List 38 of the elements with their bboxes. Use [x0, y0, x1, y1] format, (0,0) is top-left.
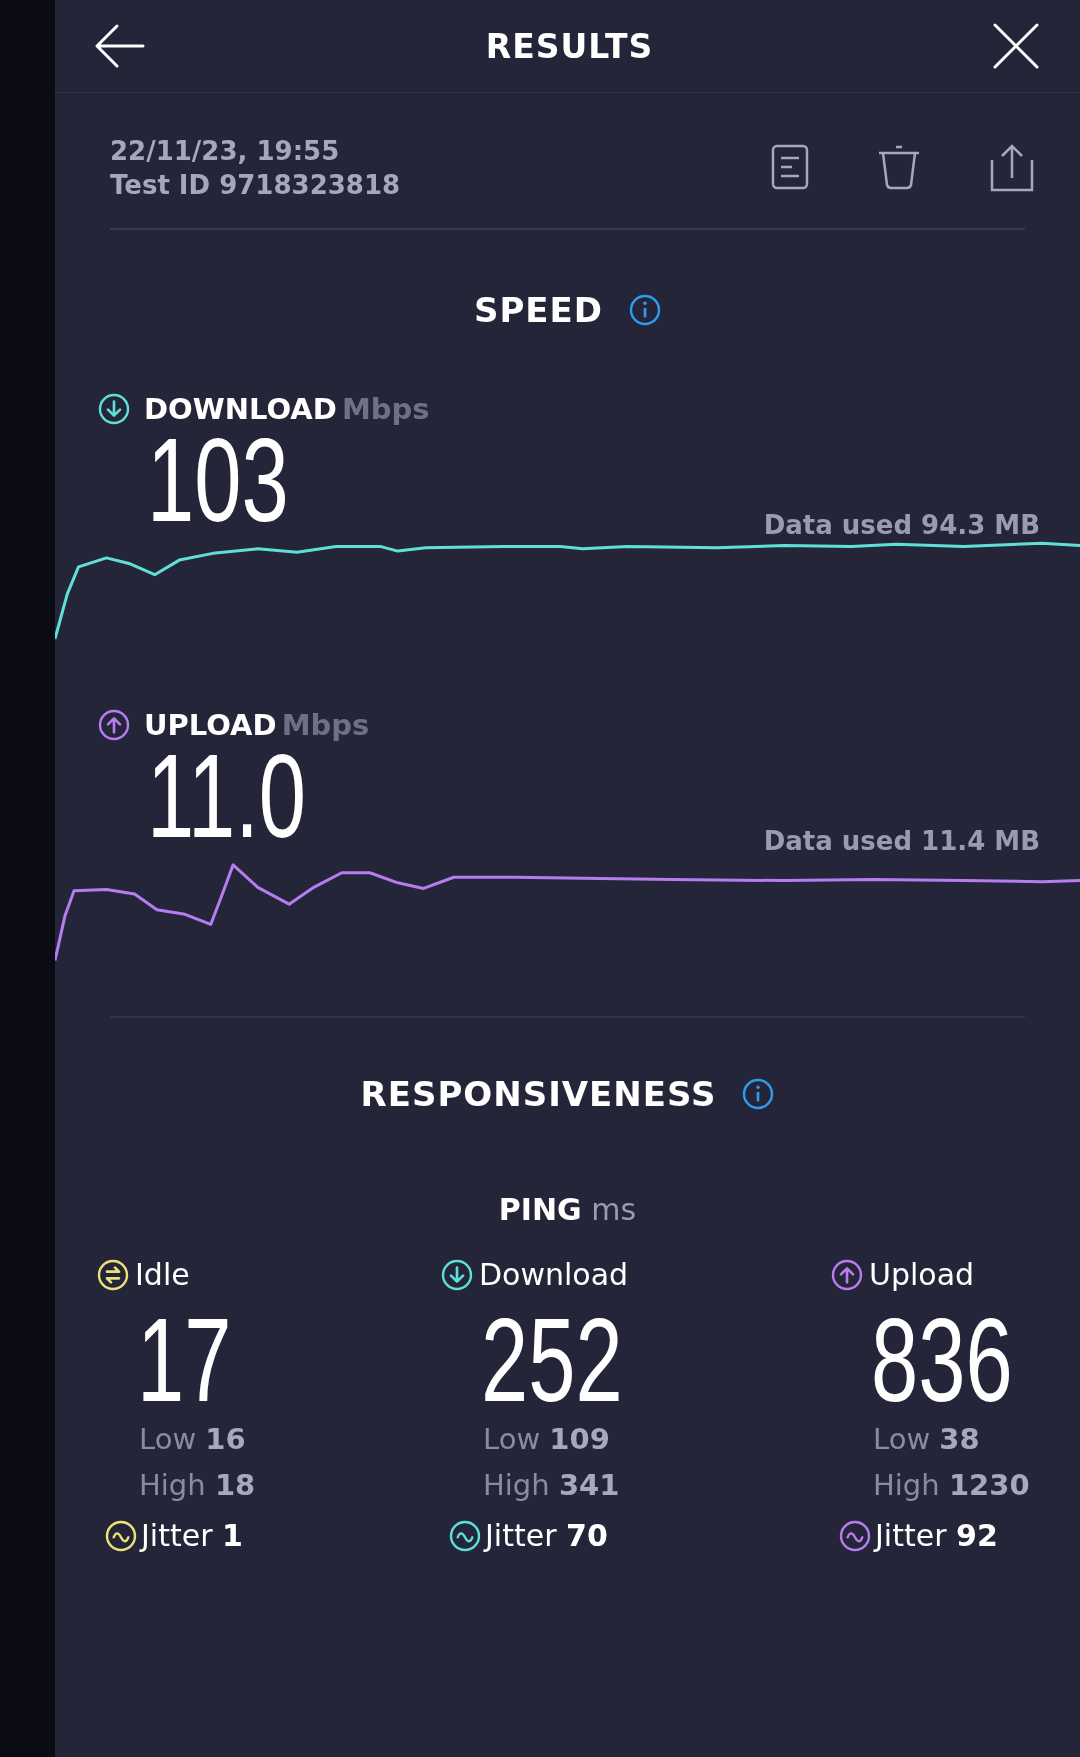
jitter-value: Jitter 92: [875, 1518, 998, 1553]
wave-icon: [105, 1519, 137, 1552]
ping-value: 836: [871, 1310, 1013, 1410]
document-icon[interactable]: [771, 144, 809, 192]
low-value: Low 16: [139, 1422, 247, 1456]
ping-type-label: Idle: [135, 1257, 190, 1292]
speed-value: 11.0: [147, 746, 307, 846]
wave-icon: [839, 1519, 871, 1552]
high-value: High 1230: [873, 1468, 1031, 1502]
jitter-value: Jitter 1: [141, 1518, 243, 1553]
info-icon[interactable]: [742, 1078, 775, 1110]
ping-value: 252: [481, 1310, 623, 1410]
high-value: High 341: [483, 1468, 621, 1502]
info-icon[interactable]: [629, 294, 662, 326]
share-icon[interactable]: [989, 144, 1035, 192]
metric-label: UPLOAD Mbps: [144, 708, 370, 742]
ping-type-label: Upload: [869, 1257, 975, 1292]
section-title: SPEED: [473, 290, 604, 330]
test-id: Test ID 9718323818: [110, 170, 401, 200]
speed-value: 103: [147, 430, 289, 530]
close-button[interactable]: [992, 22, 1040, 70]
jitter-value: Jitter 70: [485, 1518, 608, 1553]
data-used: Data used 94.3 MB: [763, 510, 1040, 540]
wave-icon: [449, 1519, 481, 1552]
high-value: High 18: [139, 1468, 257, 1502]
low-value: Low 38: [873, 1422, 981, 1456]
screen-title: RESULTS: [485, 26, 654, 66]
trash-icon[interactable]: [877, 144, 921, 192]
back-button[interactable]: [93, 22, 147, 70]
swap-arrows-icon: [97, 1258, 129, 1291]
ping-label: PING ms: [498, 1192, 637, 1227]
ping-value: 17: [137, 1310, 232, 1410]
ping-type-label: Download: [479, 1257, 629, 1292]
low-value: Low 109: [483, 1422, 611, 1456]
data-used: Data used 11.4 MB: [763, 826, 1040, 856]
section-title: RESPONSIVENESS: [360, 1074, 717, 1114]
test-date: 22/11/23, 19:55: [110, 136, 341, 166]
metric-label: DOWNLOAD Mbps: [144, 392, 430, 426]
